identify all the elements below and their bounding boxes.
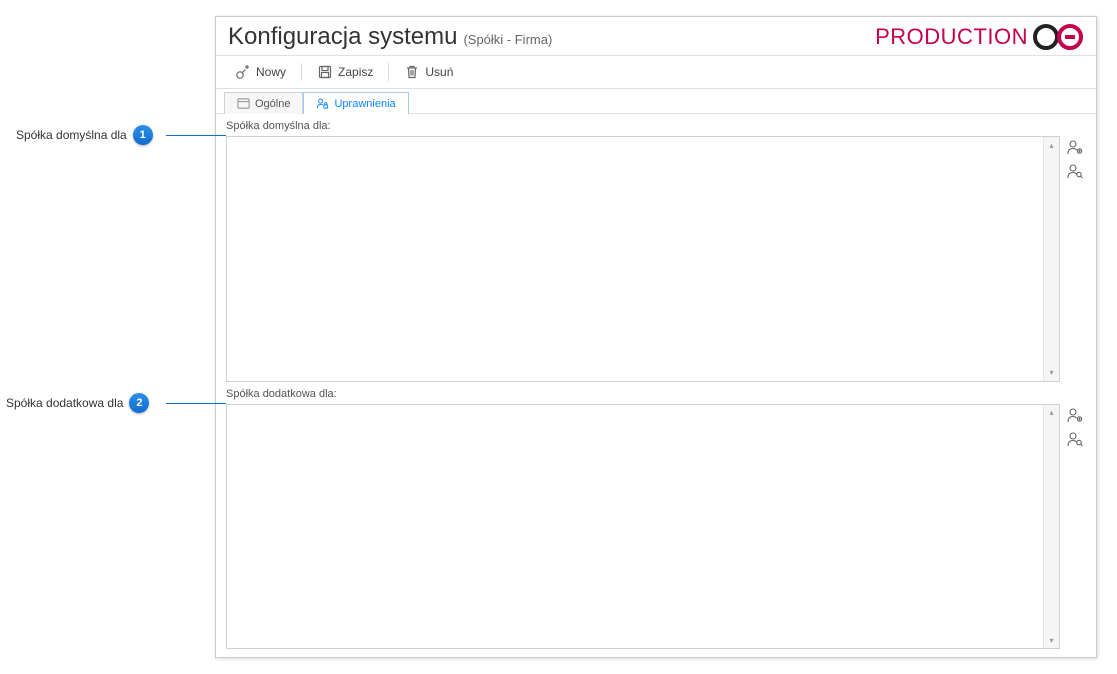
default-company-side-icons [1064,136,1086,382]
search-user-button[interactable] [1066,162,1084,180]
additional-company-list-area[interactable] [227,405,1043,649]
delete-button[interactable]: Usuń [395,60,462,84]
tab-permissions[interactable]: Uprawnienia [303,92,408,114]
delete-button-label: Usuń [425,65,453,79]
toolbar: Nowy Zapisz Usuń [216,56,1096,89]
additional-company-section: Spółka dodatkowa dla: ▴ ▾ [226,388,1086,650]
annotation-1-label: Spółka domyślna dla [16,128,127,142]
save-icon [317,64,333,80]
header-right: PRODUCTION [875,23,1084,51]
additional-company-side-icons [1064,404,1086,650]
default-company-section: Spółka domyślna dla: ▴ ▾ [226,120,1086,382]
trash-icon [404,64,420,80]
scroll-up-icon[interactable]: ▴ [1044,405,1059,421]
tab-general[interactable]: Ogólne [224,92,303,114]
new-icon [235,64,251,80]
page-subtitle: (Spółki - Firma) [463,32,552,47]
content-area: Spółka domyślna dla: ▴ ▾ [216,114,1096,657]
save-button[interactable]: Zapisz [308,60,382,84]
search-user-button[interactable] [1066,430,1084,448]
user-lock-icon [316,97,329,110]
main-window: Konfiguracja systemu (Spółki - Firma) PR… [215,16,1097,658]
header-left: Konfiguracja systemu (Spółki - Firma) [228,23,552,51]
toolbar-separator [388,63,389,81]
additional-company-body: ▴ ▾ [226,404,1086,650]
scroll-down-icon[interactable]: ▾ [1044,365,1059,381]
default-company-list[interactable]: ▴ ▾ [226,136,1060,382]
brand-text: PRODUCTION [875,24,1028,50]
annotation-2-line [166,403,226,404]
annotation-2: Spółka dodatkowa dla 2 [6,393,149,413]
annotation-2-label: Spółka dodatkowa dla [6,396,123,410]
new-button[interactable]: Nowy [226,60,295,84]
default-company-body: ▴ ▾ [226,136,1086,382]
toolbar-separator [301,63,302,81]
default-company-label: Spółka domyślna dla: [226,120,1086,132]
header-bar: Konfiguracja systemu (Spółki - Firma) PR… [216,17,1096,56]
default-company-scrollbar[interactable]: ▴ ▾ [1043,137,1059,381]
annotation-2-badge: 2 [129,393,149,413]
annotation-layer: Spółka domyślna dla 1 Spółka dodatkowa d… [0,0,215,674]
scroll-down-icon[interactable]: ▾ [1044,632,1059,648]
add-user-button[interactable] [1066,138,1084,156]
scroll-up-icon[interactable]: ▴ [1044,137,1059,153]
annotation-1-line [166,135,226,136]
new-button-label: Nowy [256,65,286,79]
additional-company-label: Spółka dodatkowa dla: [226,388,1086,400]
annotation-1-badge: 1 [133,125,153,145]
add-user-button[interactable] [1066,406,1084,424]
additional-company-scrollbar[interactable]: ▴ ▾ [1043,405,1059,649]
annotation-1: Spółka domyślna dla 1 [16,125,153,145]
default-company-list-area[interactable] [227,137,1043,381]
save-button-label: Zapisz [338,65,373,79]
additional-company-list[interactable]: ▴ ▾ [226,404,1060,650]
page-title: Konfiguracja systemu [228,23,457,51]
brand-logo-icon [1032,23,1084,51]
tabs-row: Ogólne Uprawnienia [216,91,1096,114]
window-icon [237,97,250,110]
tab-general-label: Ogólne [255,98,290,110]
tab-permissions-label: Uprawnienia [334,98,395,110]
